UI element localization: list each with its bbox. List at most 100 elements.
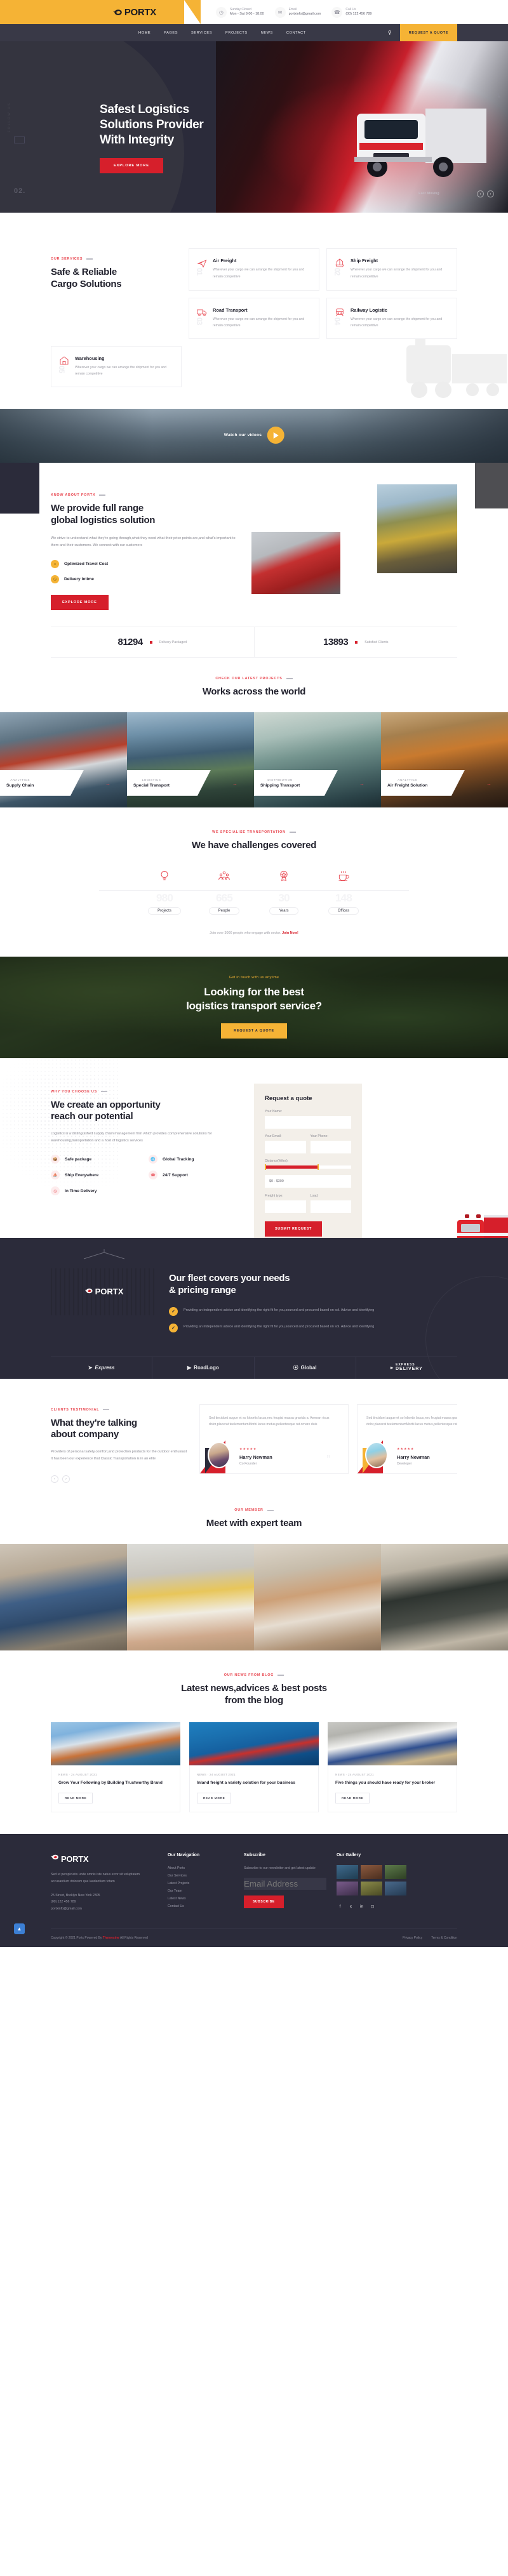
people-icon <box>194 867 254 885</box>
blog-card[interactable]: NEWS · 24 AUGUST 2021 Five things you sh… <box>328 1722 457 1813</box>
facebook-icon[interactable]: f <box>337 1903 344 1910</box>
site-logo[interactable]: PORTX <box>113 7 156 18</box>
hero-title-line1: Safest Logistics <box>100 103 189 116</box>
subscribe-email-input[interactable] <box>244 1877 326 1890</box>
team-member-2[interactable] <box>127 1544 254 1651</box>
why-title-line2: reach our potential <box>51 1111 133 1122</box>
read-more-button[interactable]: READ MORE <box>197 1793 232 1804</box>
gallery-thumb[interactable] <box>385 1865 406 1880</box>
brand-express-delivery[interactable]: ▸ EXPRESS DELIVERY <box>355 1357 457 1379</box>
service-card-railway-logistic[interactable]: 04 Railway Logistic Wherever your cargo … <box>326 297 457 339</box>
nav-item-home[interactable]: HOME <box>138 31 150 35</box>
scroll-top-icon[interactable]: ▲ <box>14 1923 25 1935</box>
about-explore-button[interactable]: EXPLORE MORE <box>51 595 109 610</box>
instagram-icon[interactable]: ▢ <box>369 1903 376 1910</box>
privacy-policy-link[interactable]: Privacy Policy <box>403 1936 422 1940</box>
blog-card[interactable]: NEWS · 24 AUGUST 2021 Grow Your Followin… <box>51 1722 180 1813</box>
project-card-air-freight-solution[interactable]: ANALYTICS Air Freight Solution → <box>381 712 508 807</box>
blog-meta: NEWS · 24 AUGUST 2021 <box>335 1772 374 1776</box>
hero-decor-square <box>14 136 25 143</box>
counter-number: 13893 <box>323 637 349 647</box>
gallery-thumb[interactable] <box>337 1865 358 1880</box>
copyright-brand[interactable]: Themesine <box>103 1936 119 1940</box>
service-card-ship-freight[interactable]: 02 Ship Freight Wherever your cargo we c… <box>326 248 457 291</box>
slider-handle-right[interactable] <box>317 1164 319 1170</box>
video-banner: Watch our videos <box>0 409 508 463</box>
search-icon[interactable]: ⚲ <box>380 30 400 36</box>
team-member-4[interactable] <box>381 1544 508 1651</box>
nav-item-projects[interactable]: PROJECTS <box>225 31 248 35</box>
terms-link[interactable]: Terms & Condition <box>431 1936 457 1940</box>
brand-global[interactable]: ⦿ Global <box>253 1357 356 1379</box>
footer-link-projects[interactable]: Latest Projects <box>168 1880 234 1888</box>
footer-phone[interactable]: (00) 122 456 789 <box>51 1899 157 1905</box>
testimonial-prev-button[interactable]: ‹ <box>51 1475 58 1484</box>
about-title-line1: We provide full range <box>51 503 144 514</box>
service-card-warehousing[interactable]: 05 Warehousing Wherever your cargo we ca… <box>51 345 182 388</box>
email-input[interactable] <box>265 1140 306 1153</box>
load-input[interactable] <box>310 1200 351 1213</box>
team-member-1[interactable] <box>0 1544 127 1651</box>
play-icon[interactable] <box>267 427 284 444</box>
arrow-right-icon[interactable]: → <box>232 781 237 787</box>
phone-input[interactable] <box>310 1140 351 1153</box>
team-member-3[interactable] <box>254 1544 381 1651</box>
gallery-thumb[interactable] <box>385 1882 406 1896</box>
slider-prev-button[interactable]: ‹ <box>477 190 484 197</box>
submit-request-button[interactable]: SUBMIT REQUEST <box>265 1221 323 1237</box>
request-quote-button[interactable]: REQUEST A QUOTE <box>399 24 457 41</box>
name-input[interactable] <box>265 1115 351 1129</box>
footer-link-about[interactable]: About Portx <box>168 1865 234 1873</box>
nav-item-news[interactable]: NEWS <box>261 31 273 35</box>
slider-next-button[interactable]: › <box>487 190 494 197</box>
service-card-road-transport[interactable]: 03 Road Transport Wherever your cargo we… <box>189 297 319 339</box>
read-more-button[interactable]: READ MORE <box>335 1793 370 1804</box>
project-card-shipping-transport[interactable]: DISTRIBUTION Shipping Transport → <box>254 712 381 807</box>
nav-item-services[interactable]: SERVICES <box>191 31 212 35</box>
project-card-supply-chain[interactable]: ANALYTICS Supply Chain → <box>0 712 127 807</box>
gallery-thumb[interactable] <box>361 1865 382 1880</box>
footer-link-contact[interactable]: Contact Us <box>168 1903 234 1911</box>
join-text: Join over 3000 people who engage with se… <box>210 931 281 935</box>
linkedin-icon[interactable]: in <box>358 1903 365 1910</box>
fleet-point-1: ✓ Providing an independent advice and id… <box>169 1306 457 1316</box>
nav-item-pages[interactable]: PAGES <box>164 31 178 35</box>
arrow-right-icon[interactable]: → <box>105 781 110 787</box>
gallery-thumb[interactable] <box>361 1882 382 1896</box>
service-card-air-freight[interactable]: 01 Air Freight Wherever your cargo we ca… <box>189 248 319 291</box>
footer-link-team[interactable]: Our Team <box>168 1888 234 1895</box>
nav-item-contact[interactable]: CONTACT <box>286 31 306 35</box>
scroll-indicator-icon[interactable]: ⤵ <box>495 92 500 99</box>
cta-request-quote-button[interactable]: REQUEST A QUOTE <box>221 1023 287 1039</box>
hours-value: Mon - Sat 9:00 - 18:00 <box>230 11 264 16</box>
read-more-button[interactable]: READ MORE <box>58 1793 93 1804</box>
distance-slider[interactable] <box>265 1164 351 1170</box>
freight-type-input[interactable] <box>265 1200 306 1213</box>
footer-email[interactable]: portxinfo@gmail.com <box>51 1906 157 1912</box>
subscribe-button[interactable]: SUBSCRIBE <box>244 1895 284 1908</box>
arrow-right-icon[interactable]: → <box>486 781 491 787</box>
why-feature-ship-everywhere: ⛵ Ship Everywhere <box>51 1171 144 1180</box>
project-card-special-transport[interactable]: LOGISTICS Special Transport → <box>127 712 254 807</box>
brand-roadlogo[interactable]: ▶ RoadLogo <box>152 1357 253 1379</box>
footer-link-news[interactable]: Latest News <box>168 1895 234 1903</box>
twitter-icon[interactable]: x <box>347 1903 354 1910</box>
footer-link-services[interactable]: Our Services <box>168 1873 234 1880</box>
watch-video-cta[interactable]: Watch our videos <box>224 427 284 444</box>
why-feature-support: ☎ 24/7 Support <box>149 1171 241 1180</box>
counter-label: Satisfied Clients <box>364 640 389 644</box>
brand-express[interactable]: ➤ Express <box>51 1357 152 1379</box>
testimonial-next-button[interactable]: › <box>62 1475 70 1484</box>
topbar-phone[interactable]: ☎ Call Us (00) 122 456 789 <box>331 6 371 18</box>
arrow-right-icon[interactable]: → <box>359 781 364 787</box>
service-number: 02 <box>333 268 342 276</box>
cost-icon: ☼ <box>51 560 59 568</box>
join-now-link[interactable]: Join Now! <box>282 931 298 935</box>
footer-logo[interactable]: PORTX <box>51 1853 157 1864</box>
service-name: Ship Freight <box>351 258 378 263</box>
gallery-thumb[interactable] <box>337 1882 358 1896</box>
slider-handle-left[interactable] <box>265 1164 266 1170</box>
blog-card[interactable]: NEWS · 24 AUGUST 2021 Inland freight a v… <box>189 1722 319 1813</box>
hero-explore-button[interactable]: EXPLORE MORE <box>100 158 163 174</box>
topbar-email[interactable]: ✉ Email portxinfo@gmail.com <box>274 6 321 18</box>
